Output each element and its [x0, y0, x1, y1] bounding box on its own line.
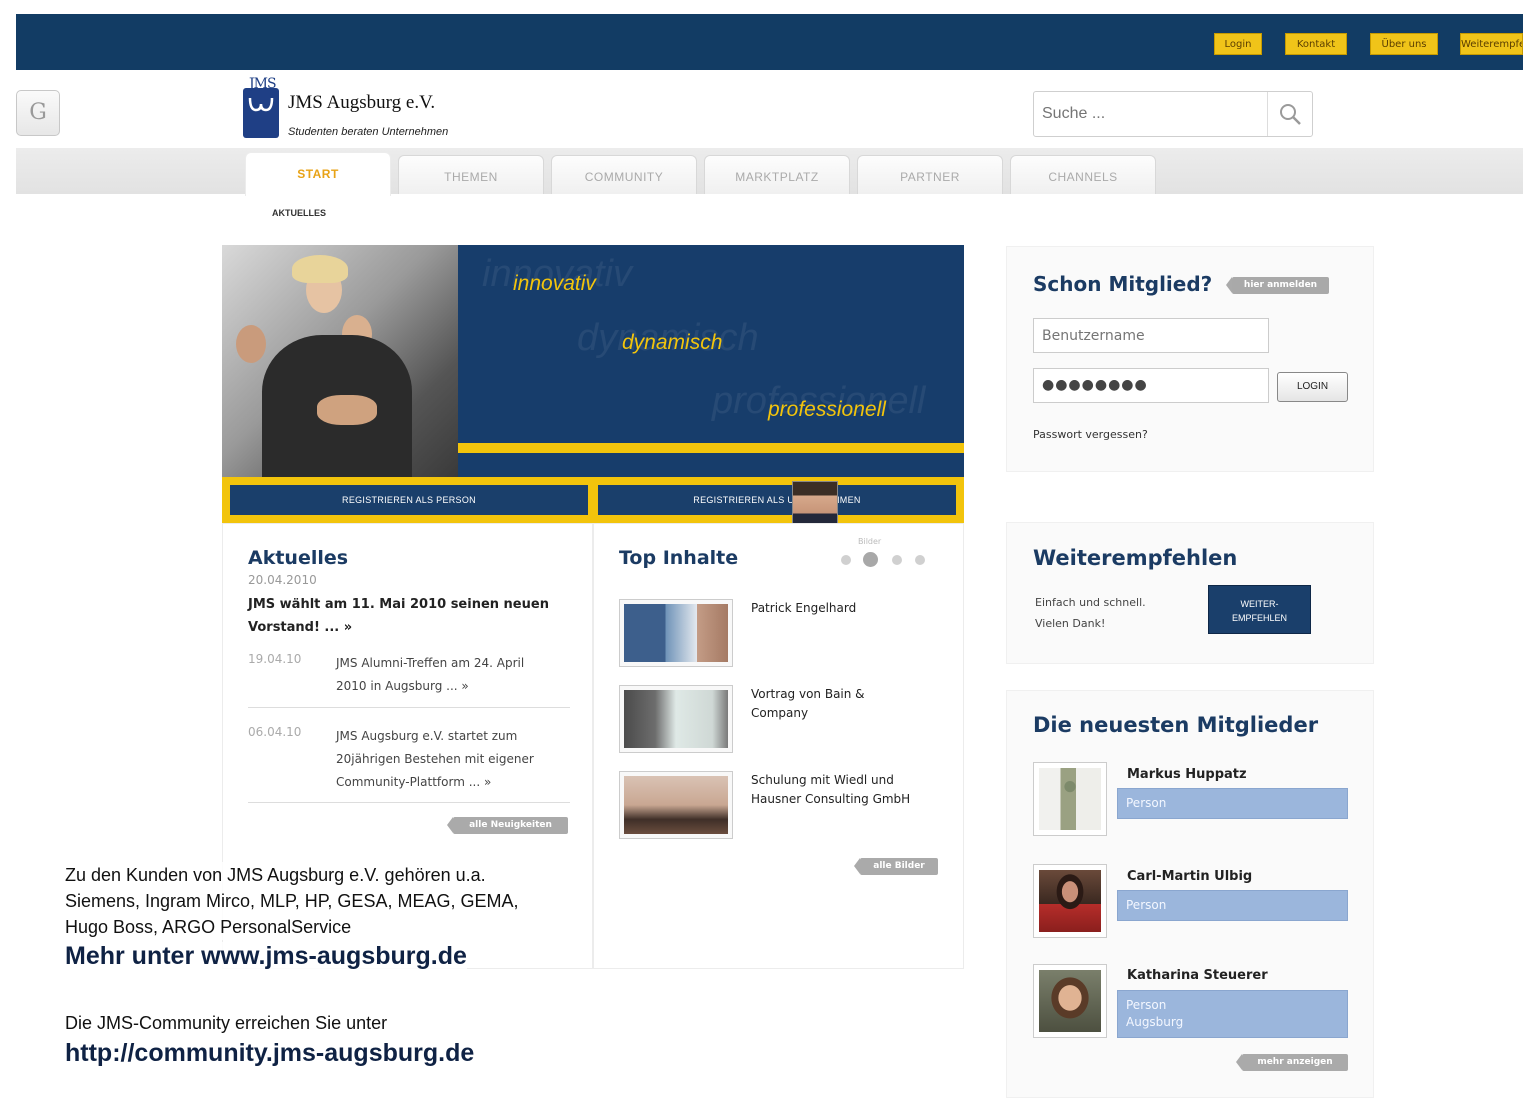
- member-tag: Person: [1117, 788, 1348, 819]
- pager-dot[interactable]: [892, 555, 902, 565]
- news-lead-date: 20.04.2010: [248, 573, 317, 587]
- member-tag-line: Person: [1126, 796, 1167, 810]
- tab-community[interactable]: COMMUNITY: [551, 155, 697, 194]
- news-item[interactable]: 19.04.10 JMS Alumni-Treffen am 24. April…: [248, 652, 570, 702]
- tab-marktplatz[interactable]: MARKTPLATZ: [704, 155, 850, 194]
- news-item-line: Community-Plattform ... »: [336, 775, 492, 789]
- caption-line: Zu den Kunden von JMS Augsburg e.V. gehö…: [65, 862, 486, 888]
- recommend-text-line: Einfach und schnell.: [1035, 596, 1146, 609]
- top-content-thumb[interactable]: [619, 771, 733, 839]
- username-field[interactable]: [1033, 318, 1269, 353]
- register-person-button[interactable]: REGISTRIEREN ALS PERSON: [230, 485, 588, 515]
- member-name[interactable]: Katharina Steuerer: [1127, 968, 1268, 983]
- login-button[interactable]: LOGIN: [1277, 372, 1348, 402]
- hero-photo: [222, 245, 458, 477]
- news-item-date: 06.04.10: [248, 725, 302, 739]
- news-lead-line2[interactable]: Vorstand! ... »: [248, 616, 352, 639]
- recommend-button-line: EMPFEHLEN: [1231, 613, 1287, 623]
- register-company-button[interactable]: REGISTRIEREN ALS UNTERNEHMEN: [598, 485, 956, 515]
- jms-logo[interactable]: JMS: [243, 76, 279, 138]
- top-ueber-uns-button[interactable]: Über uns: [1370, 33, 1438, 55]
- caption-more-link[interactable]: Mehr unter www.jms-augsburg.de: [65, 942, 467, 971]
- hero-stripe: [458, 443, 964, 453]
- search-box: [1033, 91, 1313, 137]
- tab-channels[interactable]: CHANNELS: [1010, 155, 1156, 194]
- search-icon[interactable]: [1278, 102, 1302, 126]
- top-kontakt-button[interactable]: Kontakt: [1285, 33, 1347, 55]
- pager-label: Bilder: [858, 537, 882, 546]
- top-content-label[interactable]: Schulung mit Wiedl und Hausner Consultin…: [751, 771, 946, 809]
- g-button[interactable]: G: [16, 90, 60, 136]
- login-badge[interactable]: hier anmelden: [1226, 277, 1329, 294]
- top-content-title: Top Inhalte: [619, 547, 739, 569]
- top-bar: Login Kontakt Über uns Weiterempfehlen: [16, 14, 1523, 70]
- member-tag: Person: [1117, 890, 1348, 921]
- member-name[interactable]: Markus Huppatz: [1127, 767, 1247, 782]
- news-item-date: 19.04.10: [248, 652, 302, 666]
- divider: [248, 802, 570, 803]
- news-item-line: JMS Alumni-Treffen am 24. April: [336, 656, 525, 670]
- tab-start[interactable]: START: [245, 152, 391, 196]
- all-news-link[interactable]: alle Neuigkeiten: [447, 817, 568, 834]
- caption-community-link[interactable]: http://community.jms-augsburg.de: [65, 1039, 475, 1068]
- top-content-label[interactable]: Patrick Engelhard: [751, 599, 946, 618]
- member-avatar[interactable]: [1033, 762, 1107, 836]
- top-content-thumb[interactable]: [619, 685, 733, 753]
- recommend-button-line: WEITER-: [1240, 599, 1279, 609]
- pager-dot[interactable]: [915, 555, 925, 565]
- news-title: Aktuelles: [248, 547, 349, 569]
- password-field[interactable]: ●●●●●●●●: [1033, 368, 1269, 403]
- member-avatar[interactable]: [1033, 864, 1107, 938]
- divider: [248, 707, 570, 708]
- top-content-label[interactable]: Vortrag von Bain & Company: [751, 685, 946, 723]
- top-content-label-line: Schulung mit Wiedl und: [751, 773, 894, 787]
- login-title: Schon Mitglied?: [1033, 272, 1213, 296]
- member-tag-line: Person: [1126, 998, 1167, 1012]
- site-title[interactable]: JMS Augsburg e.V.: [288, 92, 435, 114]
- news-item[interactable]: 06.04.10 JMS Augsburg e.V. startet zum 2…: [248, 725, 570, 797]
- tab-partner[interactable]: PARTNER: [857, 155, 1003, 194]
- hero-word-dynamisch: dynamisch: [622, 331, 723, 354]
- hero-banner: innovativ dynamisch professionell innova…: [222, 245, 964, 477]
- caption-community-label: Die JMS-Community erreichen Sie unter: [65, 1010, 388, 1036]
- member-tag: Person Augsburg: [1117, 990, 1348, 1038]
- recommend-button[interactable]: WEITER- EMPFEHLEN: [1208, 585, 1311, 634]
- top-content-label-line: Vortrag von Bain &: [751, 687, 865, 701]
- member-name[interactable]: Carl-Martin Ulbig: [1127, 869, 1252, 884]
- member-tag-line: Person: [1126, 898, 1167, 912]
- news-lead-line1[interactable]: JMS wählt am 11. Mai 2010 seinen neuen: [248, 593, 549, 616]
- more-members-link[interactable]: mehr anzeigen: [1236, 1054, 1348, 1071]
- member-tag-line: Augsburg: [1126, 1015, 1184, 1029]
- recommend-title: Weiterempfehlen: [1033, 546, 1238, 570]
- pager-dot[interactable]: [841, 555, 851, 565]
- all-images-link[interactable]: alle Bilder: [854, 858, 938, 875]
- top-content-label-line: Company: [751, 706, 809, 720]
- hero-word-innovativ: innovativ: [513, 272, 596, 295]
- site-subtitle: Studenten beraten Unternehmen: [288, 126, 449, 138]
- member-avatar[interactable]: [1033, 964, 1107, 1038]
- news-item-line: 2010 in Augsburg ... »: [336, 679, 469, 693]
- news-item-line: JMS Augsburg e.V. startet zum: [336, 729, 518, 743]
- subnav-aktuelles[interactable]: AKTUELLES: [272, 208, 326, 218]
- pager-dot-active[interactable]: [863, 552, 878, 567]
- hero-word-professionell: professionell: [768, 398, 886, 421]
- register-bar: REGISTRIEREN ALS PERSON REGISTRIEREN ALS…: [222, 477, 964, 523]
- top-content-thumb[interactable]: [619, 599, 733, 667]
- logo-mark-icon: [248, 97, 274, 112]
- caption-line: Hugo Boss, ARGO PersonalService: [65, 914, 352, 940]
- recommend-text: Einfach und schnell. Vielen Dank!: [1035, 592, 1146, 634]
- caption-line: Siemens, Ingram Mirco, MLP, HP, GESA, ME…: [65, 888, 519, 914]
- news-item-line: 20jährigen Bestehen mit eigener: [336, 752, 534, 766]
- members-title: Die neuesten Mitglieder: [1033, 713, 1319, 737]
- tab-themen[interactable]: THEMEN: [398, 155, 544, 194]
- forgot-password-link[interactable]: Passwort vergessen?: [1033, 428, 1148, 441]
- top-login-button[interactable]: Login: [1214, 33, 1262, 55]
- top-content-label-line: Hausner Consulting GmbH: [751, 792, 911, 806]
- top-content-label-line: Patrick Engelhard: [751, 601, 857, 615]
- top-weiterempfehlen-button[interactable]: Weiterempfehlen: [1460, 33, 1523, 55]
- logo-text: JMS: [249, 76, 277, 92]
- search-input[interactable]: [1034, 92, 1268, 136]
- recommend-text-line: Vielen Dank!: [1035, 617, 1106, 630]
